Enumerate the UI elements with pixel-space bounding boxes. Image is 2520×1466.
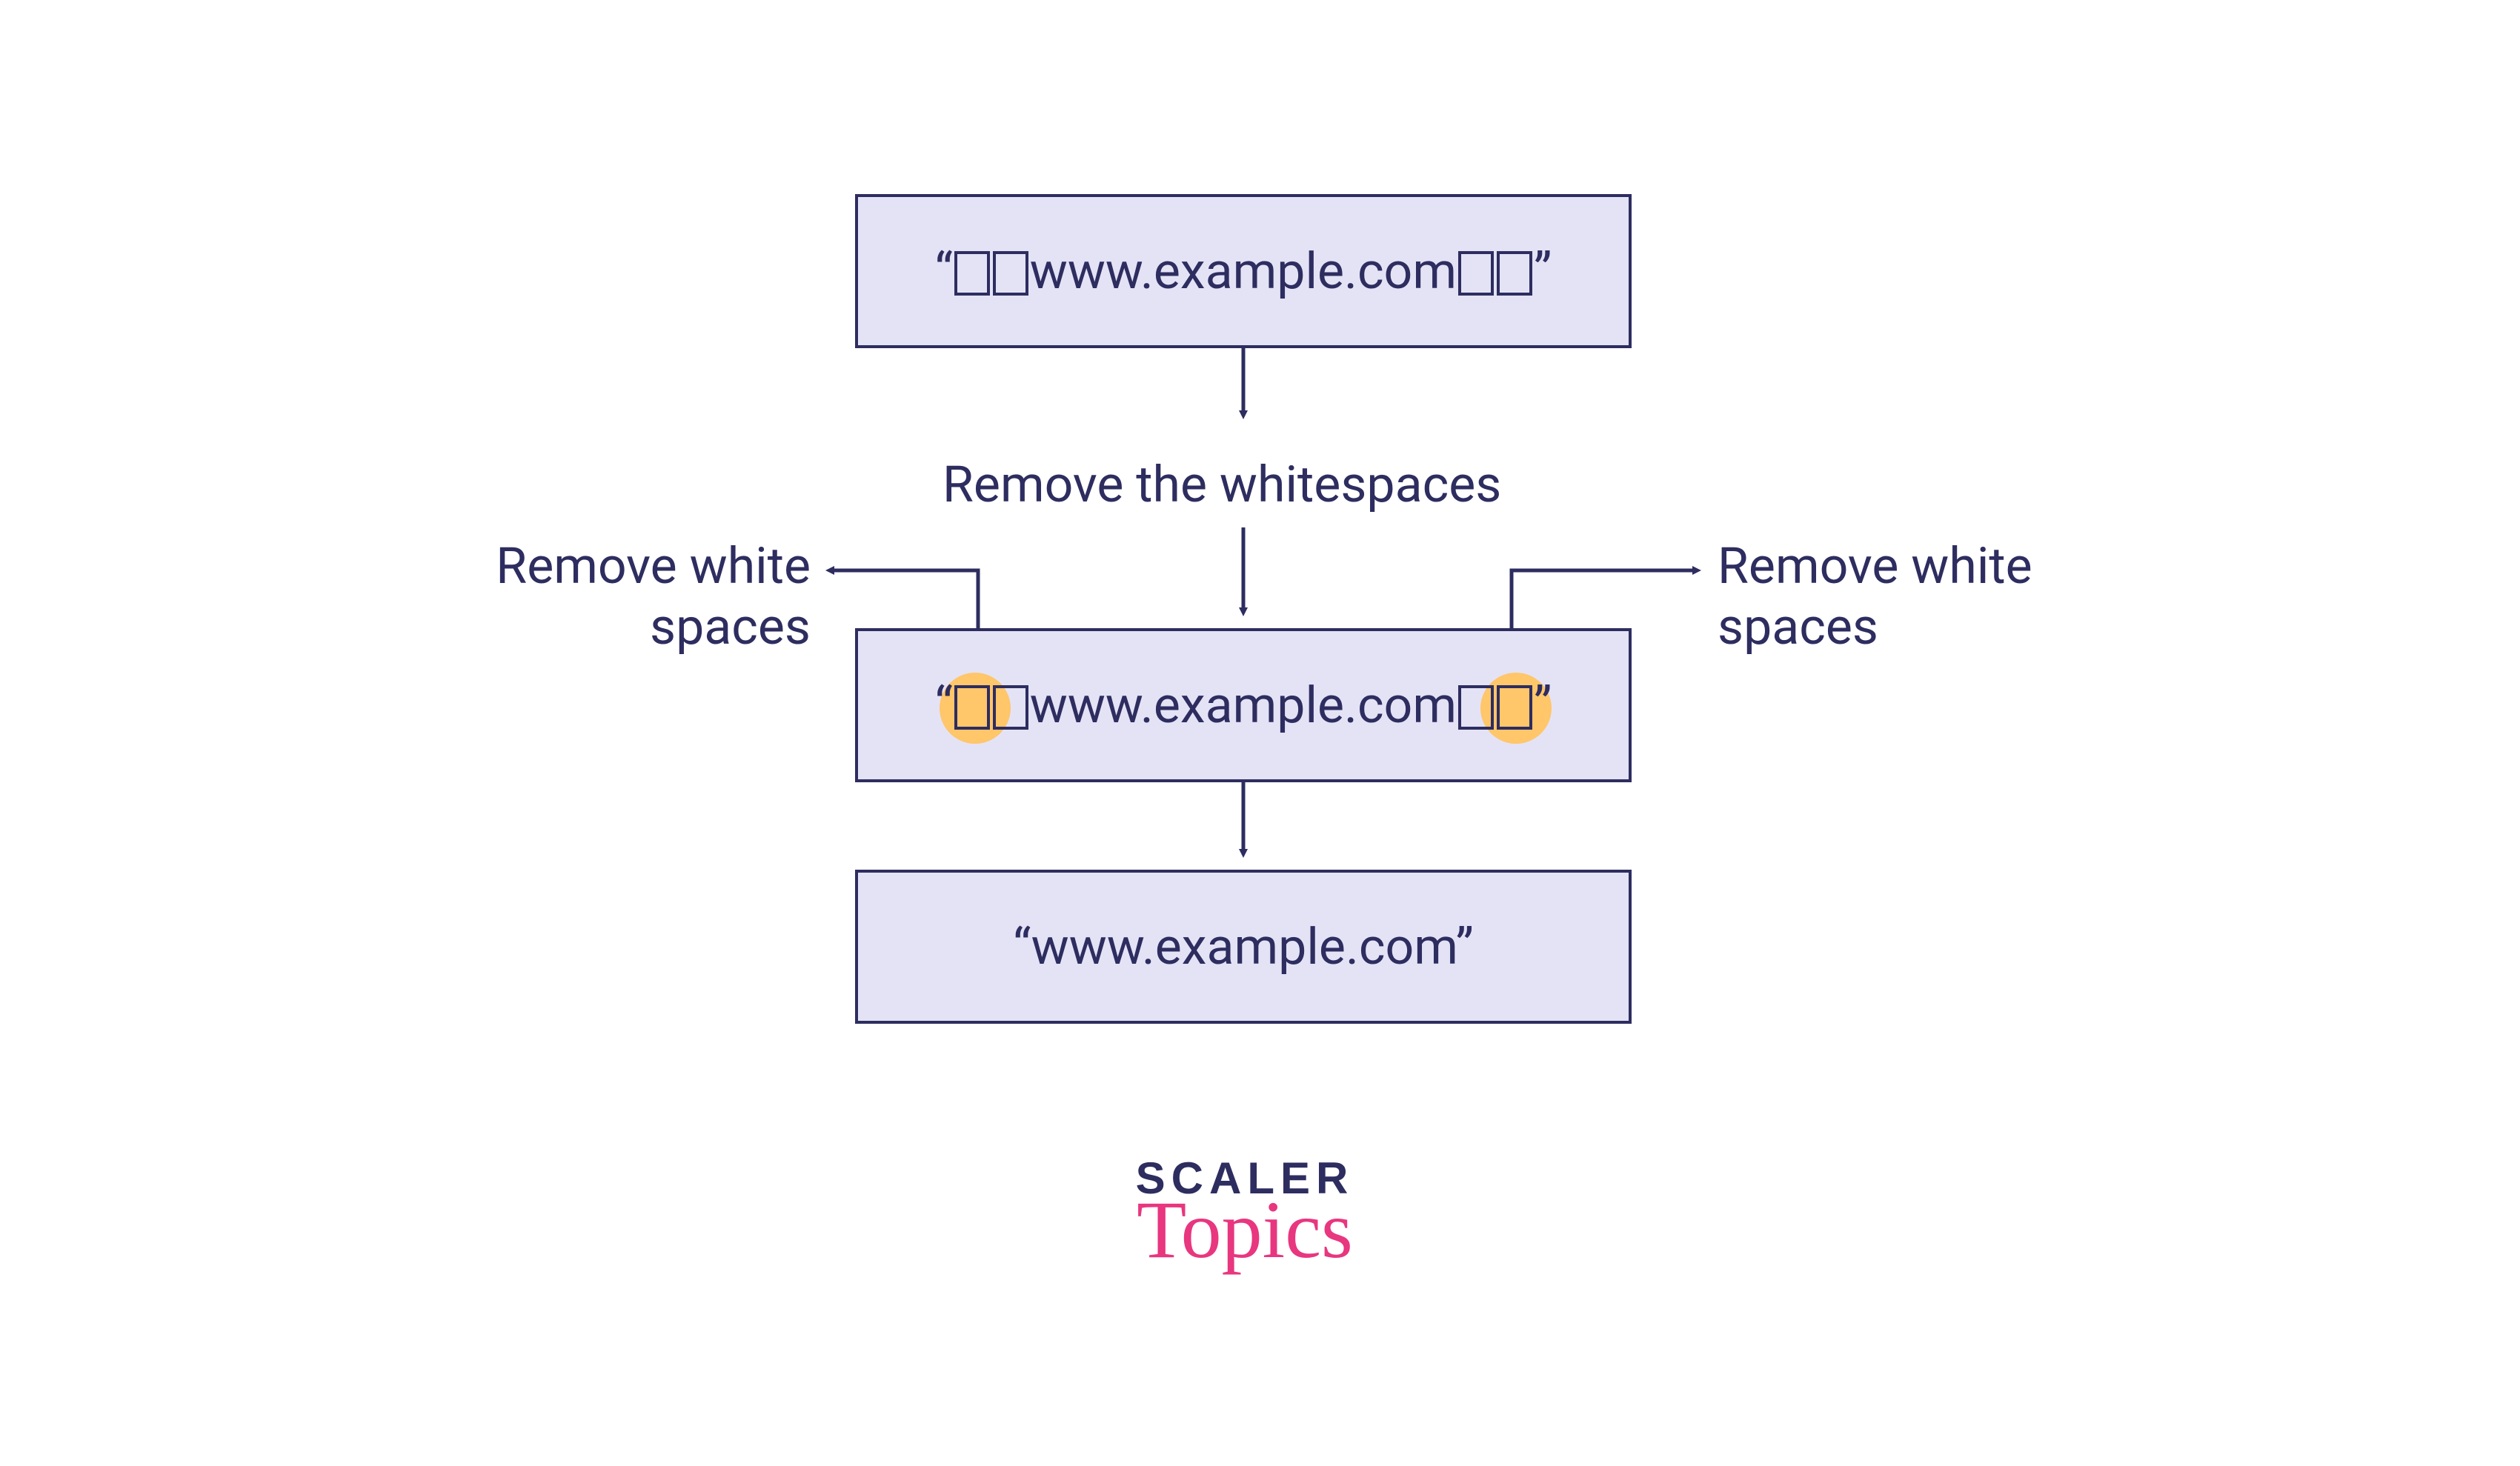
whitespace-icon: [1458, 685, 1494, 730]
input-string-box: “ www.example.com ”: [855, 194, 1632, 348]
quote-close: ”: [1534, 676, 1552, 735]
box2-text: www.example.com: [1030, 676, 1457, 735]
quote-open: “: [935, 676, 953, 735]
processing-string-box: “ www.example.com ”: [855, 628, 1632, 782]
brand-line2: Topics: [1134, 1189, 1356, 1270]
output-string-box: “www.example.com”: [855, 870, 1632, 1024]
brand-logo: SCALER Topics: [1134, 1153, 1356, 1270]
quote-close: ”: [1534, 241, 1552, 301]
whitespace-icon: [993, 685, 1028, 730]
whitespace-icon: [1497, 251, 1532, 296]
quote-open: “: [1013, 917, 1031, 976]
label-remove-right: Remove white spaces: [1718, 536, 2088, 657]
quote-open: “: [935, 241, 953, 301]
box3-text: www.example.com: [1031, 917, 1456, 976]
box1-text: www.example.com: [1030, 241, 1457, 301]
whitespace-icon: [954, 251, 990, 296]
diagram-canvas: “www.example.com” Remove the whitespaces…: [0, 0, 2520, 1466]
whitespace-icon: [993, 251, 1028, 296]
quote-close: ”: [1455, 917, 1473, 976]
step-label-remove-whitespaces: Remove the whitespaces: [942, 455, 1501, 516]
label-remove-left: Remove white spaces: [440, 536, 811, 657]
whitespace-icon: [954, 685, 990, 730]
whitespace-icon: [1497, 685, 1532, 730]
whitespace-icon: [1458, 251, 1494, 296]
